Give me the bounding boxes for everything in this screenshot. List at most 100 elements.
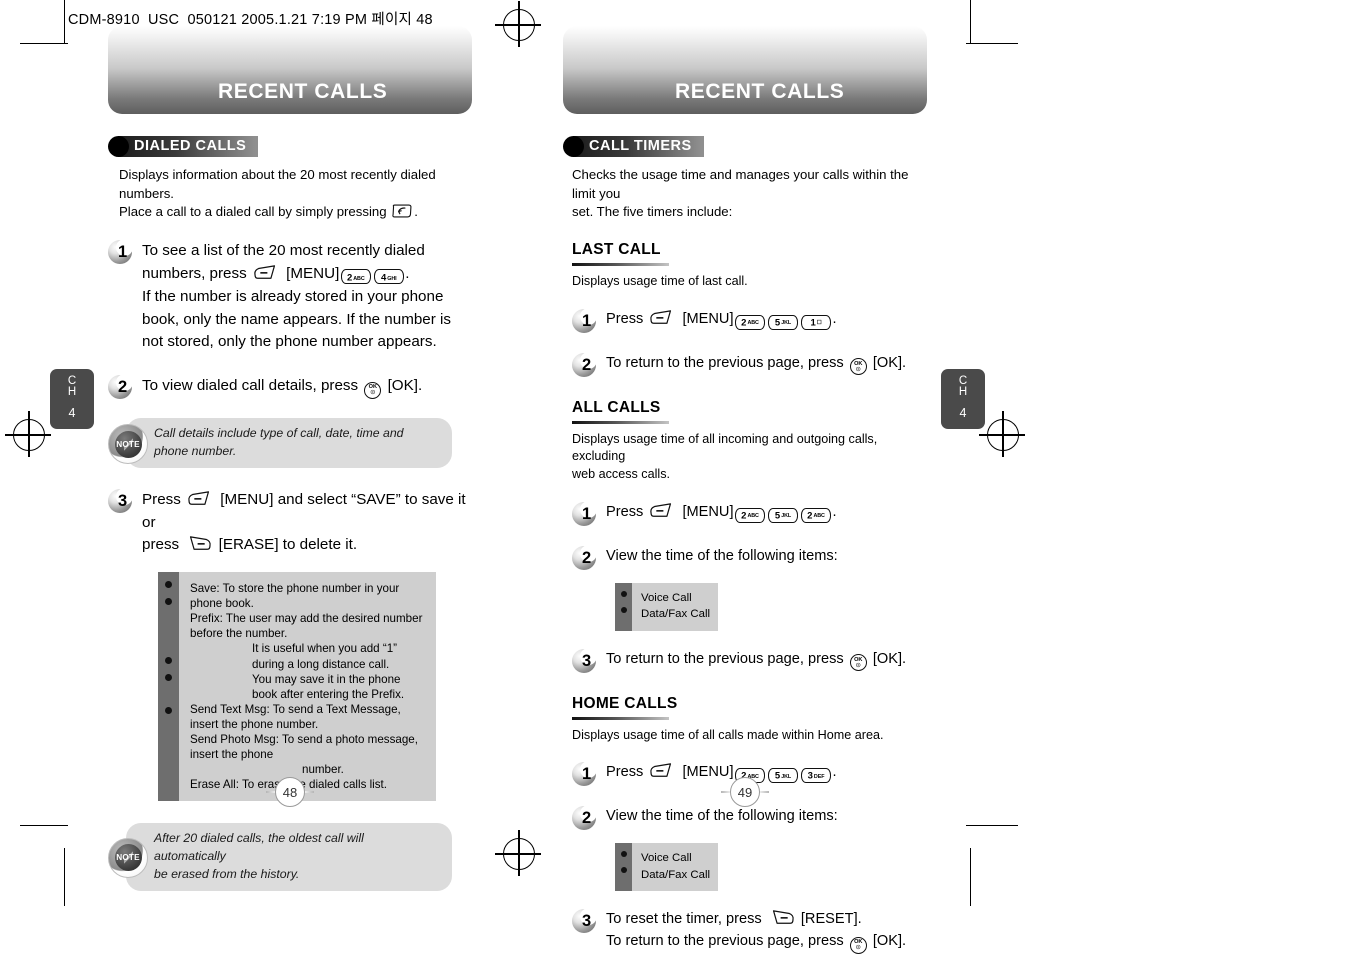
list-item: Data/Fax Call xyxy=(641,868,711,881)
send-call-key-icon xyxy=(392,204,412,218)
page-number-right: 49 xyxy=(710,777,780,807)
soft-key-left-icon xyxy=(650,310,672,324)
step-number-digit: 1 xyxy=(582,504,592,523)
chapter-tab-number: 4 xyxy=(959,406,967,420)
option-line: Prefix: The user may add the desired num… xyxy=(190,612,423,641)
home-calls-step-2: 2 View the time of the following items: xyxy=(572,805,927,831)
step-number-digit: 1 xyxy=(118,243,128,262)
step-number-badge: 2 xyxy=(108,374,138,400)
left-page-column: RECENT CALLS DIALED CALLS Displays infor… xyxy=(108,26,472,891)
keypad-key-4: 4GHI xyxy=(373,269,404,284)
all-calls-step-3-text: To return to the previous page, press OK… xyxy=(606,648,906,672)
chapter-banner-title-right: RECENT CALLS xyxy=(675,80,845,103)
options-box-body: Save: To store the phone number in your … xyxy=(179,572,436,802)
step-number-badge: 1 xyxy=(572,307,602,334)
home-calls-step-3-line-2: To return to the previous page, press OK… xyxy=(606,931,906,954)
keypad-key-2: 2ABC xyxy=(340,269,371,284)
step-number-digit: 2 xyxy=(582,809,592,828)
home-calls-step-3-text: To reset the timer, press [RESET]. To re… xyxy=(606,908,906,954)
all-calls-description: Displays usage time of all incoming and … xyxy=(572,431,878,482)
right-page-column: RECENT CALLS CALL TIMERS Checks the usag… xyxy=(563,26,927,954)
intro-line-2: Place a call to a dialed call by simply … xyxy=(119,204,418,220)
subsection-underline xyxy=(572,716,669,720)
item-list-body: Voice Call Data/Fax Call xyxy=(632,582,718,631)
page-number-value: 49 xyxy=(730,777,760,807)
all-calls-step-2-text: View the time of the following items: xyxy=(606,547,838,564)
page-number-left: 48 xyxy=(255,777,325,807)
step-1-line-2: numbers, press [MENU] 2ABC 4GHI. xyxy=(142,265,410,284)
all-calls-item-list: Voice Call Data/Fax Call xyxy=(615,582,718,631)
section-heading-call-timers: CALL TIMERS xyxy=(563,136,927,157)
step-number-badge: 3 xyxy=(572,647,602,674)
soft-key-right-icon xyxy=(772,910,794,925)
crop-line-left-bottom-horizontal xyxy=(20,825,68,827)
item-list-bullet-strip xyxy=(615,582,632,631)
options-box-bullet-strip xyxy=(158,572,179,802)
step-1-dialed: 1 To see a list of the 20 most recently … xyxy=(108,239,472,354)
step-number-digit: 2 xyxy=(582,355,592,374)
note-callout-2: NOTE After 20 dialed calls, the oldest c… xyxy=(108,823,452,891)
note-text-2: After 20 dialed calls, the oldest call w… xyxy=(126,823,452,891)
page-number-value: 48 xyxy=(275,777,305,807)
step-number-badge: 1 xyxy=(108,239,138,265)
note-text-1: Call details include type of call, date,… xyxy=(126,418,452,468)
last-call-step-2: 2 To return to the previous page, press … xyxy=(572,351,927,378)
chapter-tab-left: C H 4 xyxy=(50,369,94,429)
option-line: Save: To store the phone number in your … xyxy=(190,582,400,611)
last-call-step-1: 1 Press [MENU] 2ABC 5JKL 1☐. xyxy=(572,307,927,334)
step-number-digit: 1 xyxy=(582,765,592,784)
step-number-digit: 2 xyxy=(118,378,128,397)
step-3-text: Press [MENU] and select “SAVE” to save i… xyxy=(142,488,472,557)
ok-key-icon: OK ☉ xyxy=(849,936,867,954)
step-number-badge: 1 xyxy=(572,500,602,527)
subsection-title: ALL CALLS xyxy=(572,398,661,416)
step-number-badge: 2 xyxy=(572,351,602,378)
soft-key-left-icon xyxy=(650,763,672,778)
section-heading-label: CALL TIMERS xyxy=(573,136,704,157)
chapter-banner-title-left: RECENT CALLS xyxy=(218,80,388,103)
home-calls-description: Displays usage time of all calls made wi… xyxy=(572,727,884,742)
registration-mark-bottom xyxy=(495,830,541,876)
home-calls-step-3: 3 To reset the timer, press [RESET]. To … xyxy=(572,908,927,954)
intro-line-1: Displays information about the 20 most r… xyxy=(119,167,436,201)
note-badge-inner: NOTE xyxy=(114,430,142,458)
crop-line-top-right-vertical xyxy=(970,0,972,44)
crop-line-left-top-horizontal xyxy=(20,43,68,45)
registration-mark-top xyxy=(495,1,541,47)
crop-line-right-bottom-horizontal xyxy=(966,825,1018,827)
keypad-key-5: 5JKL xyxy=(768,507,799,523)
keypad-key-3: 3DEF xyxy=(801,768,832,784)
crop-line-right-top-horizontal xyxy=(966,43,1018,45)
step-number-badge: 2 xyxy=(572,805,602,831)
list-item: Data/Fax Call xyxy=(641,608,711,621)
step-2-text: To view dialed call details, press OK ☉ [… xyxy=(142,374,422,399)
header-divider-line xyxy=(64,0,66,30)
list-item: Voice Call xyxy=(641,852,692,865)
note-badge-inner: NOTE xyxy=(114,844,142,872)
soft-key-left-icon xyxy=(650,502,672,517)
step-number-digit: 2 xyxy=(582,548,592,567)
option-line: Send Text Msg: To send a Text Message, i… xyxy=(190,702,401,731)
all-calls-step-3: 3 To return to the previous page, press … xyxy=(572,647,927,674)
chapter-banner-right: RECENT CALLS xyxy=(563,26,927,114)
subsection-title: LAST CALL xyxy=(572,241,661,259)
all-calls-step-2: 2 View the time of the following items: xyxy=(572,544,927,571)
chapter-banner-left: RECENT CALLS xyxy=(108,26,472,114)
keypad-key-2: 2ABC xyxy=(735,507,766,523)
call-timers-intro: Checks the usage time and manages your c… xyxy=(572,167,909,220)
section-bullet-icon xyxy=(563,136,584,157)
option-line: It is useful when you add “1” during a l… xyxy=(252,642,398,671)
keypad-key-2b: 2ABC xyxy=(801,507,832,523)
home-calls-item-list: Voice Call Data/Fax Call xyxy=(615,843,718,892)
subsection-last-call: LAST CALL xyxy=(563,241,927,267)
keypad-key-1: 1☐ xyxy=(801,314,832,330)
step-3-line-1: Press [MENU] and select “SAVE” to save i… xyxy=(142,490,466,531)
note-callout-1: NOTE Call details include type of call, … xyxy=(108,418,452,468)
section-heading-label: DIALED CALLS xyxy=(118,136,259,157)
option-line: number. xyxy=(302,762,344,776)
step-2-dialed: 2 To view dialed call details, press OK ☉… xyxy=(108,374,472,400)
section-heading-dialed-calls: DIALED CALLS xyxy=(108,136,472,157)
chapter-tab-right: C H 4 xyxy=(941,369,985,429)
subsection-all-calls: ALL CALLS xyxy=(563,399,927,424)
list-item: Voice Call xyxy=(641,591,692,604)
